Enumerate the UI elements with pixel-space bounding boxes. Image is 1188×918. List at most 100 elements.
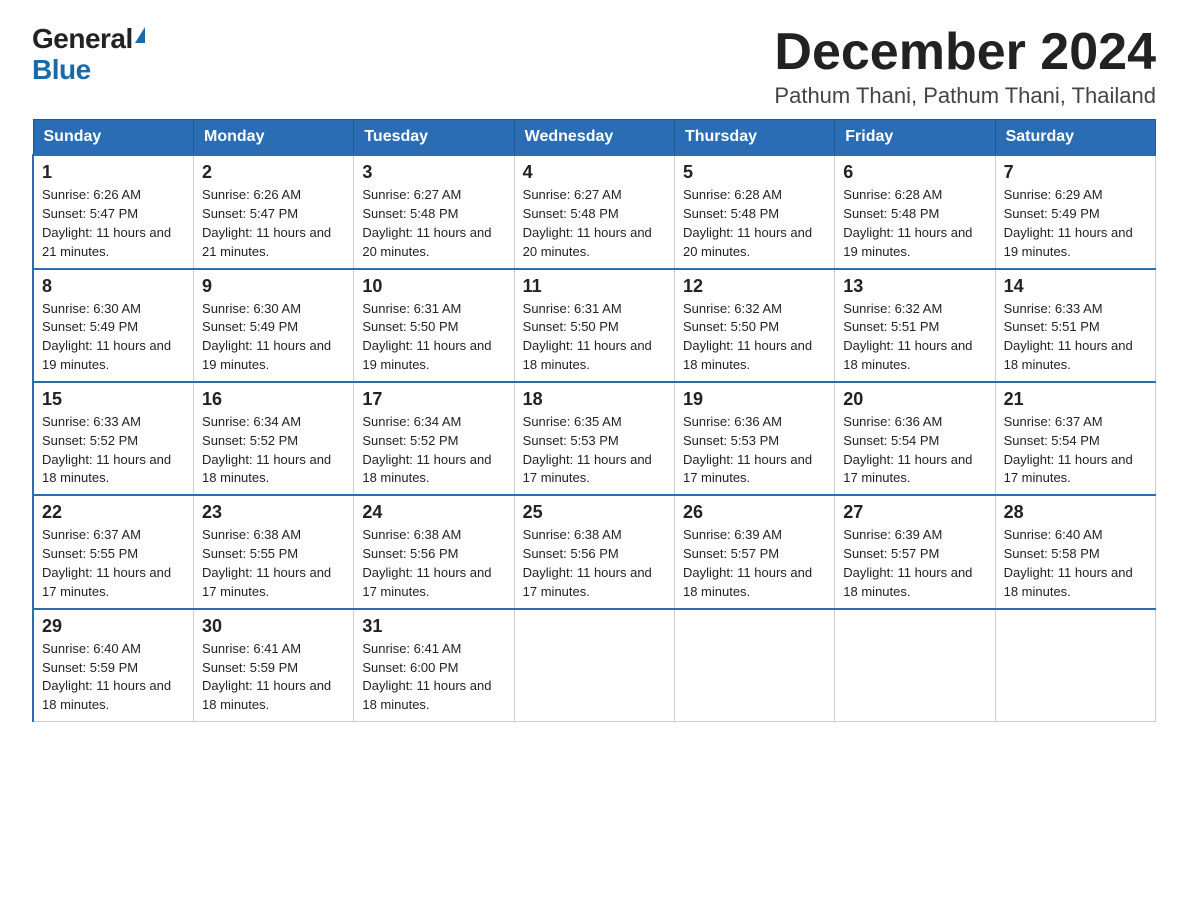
calendar-day-cell: 15 Sunrise: 6:33 AMSunset: 5:52 PMDayligh…	[33, 382, 194, 495]
day-info: Sunrise: 6:33 AMSunset: 5:52 PMDaylight:…	[42, 413, 185, 488]
day-number: 18	[523, 389, 666, 410]
day-info: Sunrise: 6:41 AMSunset: 6:00 PMDaylight:…	[362, 640, 505, 715]
calendar-day-cell: 23 Sunrise: 6:38 AMSunset: 5:55 PMDayligh…	[194, 495, 354, 608]
day-number: 15	[42, 389, 185, 410]
calendar-week-row: 1Sunrise: 6:26 AMSunset: 5:47 PMDaylight…	[33, 155, 1156, 268]
calendar-week-row: 8Sunrise: 6:30 AMSunset: 5:49 PMDaylight…	[33, 269, 1156, 382]
day-info: Sunrise: 6:34 AMSunset: 5:52 PMDaylight:…	[202, 413, 345, 488]
calendar-day-cell: 3 Sunrise: 6:27 AMSunset: 5:48 PMDaylight…	[354, 155, 514, 268]
day-number: 7	[1004, 162, 1147, 183]
day-number: 22	[42, 502, 185, 523]
day-info: Sunrise: 6:34 AMSunset: 5:52 PMDaylight:…	[362, 413, 505, 488]
day-number: 20	[843, 389, 986, 410]
day-number: 23	[202, 502, 345, 523]
day-info: Sunrise: 6:27 AMSunset: 5:48 PMDaylight:…	[523, 186, 666, 261]
day-number: 24	[362, 502, 505, 523]
day-info: Sunrise: 6:38 AMSunset: 5:56 PMDaylight:…	[362, 526, 505, 601]
day-info: Sunrise: 6:37 AMSunset: 5:54 PMDaylight:…	[1004, 413, 1147, 488]
calendar-header-saturday: Saturday	[995, 120, 1155, 156]
location-subtitle: Pathum Thani, Pathum Thani, Thailand	[774, 83, 1156, 109]
calendar-day-cell: 14Sunrise: 6:33 AMSunset: 5:51 PMDayligh…	[995, 269, 1155, 382]
calendar-day-cell: 11 Sunrise: 6:31 AMSunset: 5:50 PMDayligh…	[514, 269, 674, 382]
calendar-day-cell: 16 Sunrise: 6:34 AMSunset: 5:52 PMDayligh…	[194, 382, 354, 495]
day-info: Sunrise: 6:31 AMSunset: 5:50 PMDaylight:…	[523, 300, 666, 375]
day-number: 30	[202, 616, 345, 637]
day-number: 5	[683, 162, 826, 183]
calendar-day-cell: 30 Sunrise: 6:41 AMSunset: 5:59 PMDayligh…	[194, 609, 354, 722]
calendar-day-cell: 31 Sunrise: 6:41 AMSunset: 6:00 PMDayligh…	[354, 609, 514, 722]
day-info: Sunrise: 6:40 AMSunset: 5:59 PMDaylight:…	[42, 640, 185, 715]
day-info: Sunrise: 6:37 AMSunset: 5:55 PMDaylight:…	[42, 526, 185, 601]
day-number: 2	[202, 162, 345, 183]
calendar-header-wednesday: Wednesday	[514, 120, 674, 156]
calendar-header-friday: Friday	[835, 120, 995, 156]
day-info: Sunrise: 6:28 AMSunset: 5:48 PMDaylight:…	[843, 186, 986, 261]
day-number: 31	[362, 616, 505, 637]
day-info: Sunrise: 6:32 AMSunset: 5:51 PMDaylight:…	[843, 300, 986, 375]
day-info: Sunrise: 6:27 AMSunset: 5:48 PMDaylight:…	[362, 186, 505, 261]
calendar-day-cell: 12Sunrise: 6:32 AMSunset: 5:50 PMDayligh…	[674, 269, 834, 382]
day-info: Sunrise: 6:39 AMSunset: 5:57 PMDaylight:…	[683, 526, 826, 601]
day-number: 28	[1004, 502, 1147, 523]
day-info: Sunrise: 6:30 AMSunset: 5:49 PMDaylight:…	[42, 300, 185, 375]
day-number: 11	[523, 276, 666, 297]
calendar-week-row: 15 Sunrise: 6:33 AMSunset: 5:52 PMDayligh…	[33, 382, 1156, 495]
logo-blue-text: Blue	[32, 55, 91, 86]
calendar-day-cell: 6 Sunrise: 6:28 AMSunset: 5:48 PMDaylight…	[835, 155, 995, 268]
day-number: 6	[843, 162, 986, 183]
day-info: Sunrise: 6:26 AMSunset: 5:47 PMDaylight:…	[42, 186, 185, 261]
calendar-day-cell	[835, 609, 995, 722]
day-info: Sunrise: 6:32 AMSunset: 5:50 PMDaylight:…	[683, 300, 826, 375]
day-info: Sunrise: 6:29 AMSunset: 5:49 PMDaylight:…	[1004, 186, 1147, 261]
calendar-week-row: 22 Sunrise: 6:37 AMSunset: 5:55 PMDayligh…	[33, 495, 1156, 608]
day-info: Sunrise: 6:40 AMSunset: 5:58 PMDaylight:…	[1004, 526, 1147, 601]
calendar-day-cell: 28 Sunrise: 6:40 AMSunset: 5:58 PMDayligh…	[995, 495, 1155, 608]
day-number: 9	[202, 276, 345, 297]
calendar-day-cell: 24 Sunrise: 6:38 AMSunset: 5:56 PMDayligh…	[354, 495, 514, 608]
day-number: 19	[683, 389, 826, 410]
calendar-day-cell	[514, 609, 674, 722]
day-info: Sunrise: 6:41 AMSunset: 5:59 PMDaylight:…	[202, 640, 345, 715]
calendar-day-cell: 18 Sunrise: 6:35 AMSunset: 5:53 PMDayligh…	[514, 382, 674, 495]
day-number: 16	[202, 389, 345, 410]
day-number: 10	[362, 276, 505, 297]
calendar-header-row: SundayMondayTuesdayWednesdayThursdayFrid…	[33, 120, 1156, 156]
day-number: 26	[683, 502, 826, 523]
calendar-table: SundayMondayTuesdayWednesdayThursdayFrid…	[32, 119, 1156, 722]
day-info: Sunrise: 6:26 AMSunset: 5:47 PMDaylight:…	[202, 186, 345, 261]
calendar-day-cell: 2 Sunrise: 6:26 AMSunset: 5:47 PMDaylight…	[194, 155, 354, 268]
title-block: December 2024 Pathum Thani, Pathum Thani…	[774, 24, 1156, 109]
day-number: 3	[362, 162, 505, 183]
day-info: Sunrise: 6:38 AMSunset: 5:55 PMDaylight:…	[202, 526, 345, 601]
day-info: Sunrise: 6:36 AMSunset: 5:53 PMDaylight:…	[683, 413, 826, 488]
calendar-day-cell: 4 Sunrise: 6:27 AMSunset: 5:48 PMDaylight…	[514, 155, 674, 268]
calendar-day-cell: 27Sunrise: 6:39 AMSunset: 5:57 PMDayligh…	[835, 495, 995, 608]
calendar-day-cell: 21 Sunrise: 6:37 AMSunset: 5:54 PMDayligh…	[995, 382, 1155, 495]
day-info: Sunrise: 6:38 AMSunset: 5:56 PMDaylight:…	[523, 526, 666, 601]
day-info: Sunrise: 6:30 AMSunset: 5:49 PMDaylight:…	[202, 300, 345, 375]
calendar-day-cell: 1Sunrise: 6:26 AMSunset: 5:47 PMDaylight…	[33, 155, 194, 268]
calendar-day-cell: 7 Sunrise: 6:29 AMSunset: 5:49 PMDaylight…	[995, 155, 1155, 268]
day-number: 4	[523, 162, 666, 183]
calendar-day-cell: 19 Sunrise: 6:36 AMSunset: 5:53 PMDayligh…	[674, 382, 834, 495]
page-header: General Blue December 2024 Pathum Thani,…	[32, 24, 1156, 109]
calendar-day-cell	[674, 609, 834, 722]
calendar-header-tuesday: Tuesday	[354, 120, 514, 156]
day-info: Sunrise: 6:28 AMSunset: 5:48 PMDaylight:…	[683, 186, 826, 261]
day-number: 13	[843, 276, 986, 297]
calendar-day-cell: 13 Sunrise: 6:32 AMSunset: 5:51 PMDayligh…	[835, 269, 995, 382]
calendar-day-cell: 17Sunrise: 6:34 AMSunset: 5:52 PMDayligh…	[354, 382, 514, 495]
calendar-day-cell: 10 Sunrise: 6:31 AMSunset: 5:50 PMDayligh…	[354, 269, 514, 382]
day-info: Sunrise: 6:35 AMSunset: 5:53 PMDaylight:…	[523, 413, 666, 488]
logo-general-text: General	[32, 24, 133, 55]
day-number: 25	[523, 502, 666, 523]
day-info: Sunrise: 6:31 AMSunset: 5:50 PMDaylight:…	[362, 300, 505, 375]
calendar-header-monday: Monday	[194, 120, 354, 156]
day-info: Sunrise: 6:36 AMSunset: 5:54 PMDaylight:…	[843, 413, 986, 488]
day-number: 21	[1004, 389, 1147, 410]
calendar-week-row: 29Sunrise: 6:40 AMSunset: 5:59 PMDayligh…	[33, 609, 1156, 722]
calendar-header-thursday: Thursday	[674, 120, 834, 156]
calendar-day-cell: 29Sunrise: 6:40 AMSunset: 5:59 PMDayligh…	[33, 609, 194, 722]
calendar-day-cell: 25 Sunrise: 6:38 AMSunset: 5:56 PMDayligh…	[514, 495, 674, 608]
logo: General Blue	[32, 24, 145, 86]
